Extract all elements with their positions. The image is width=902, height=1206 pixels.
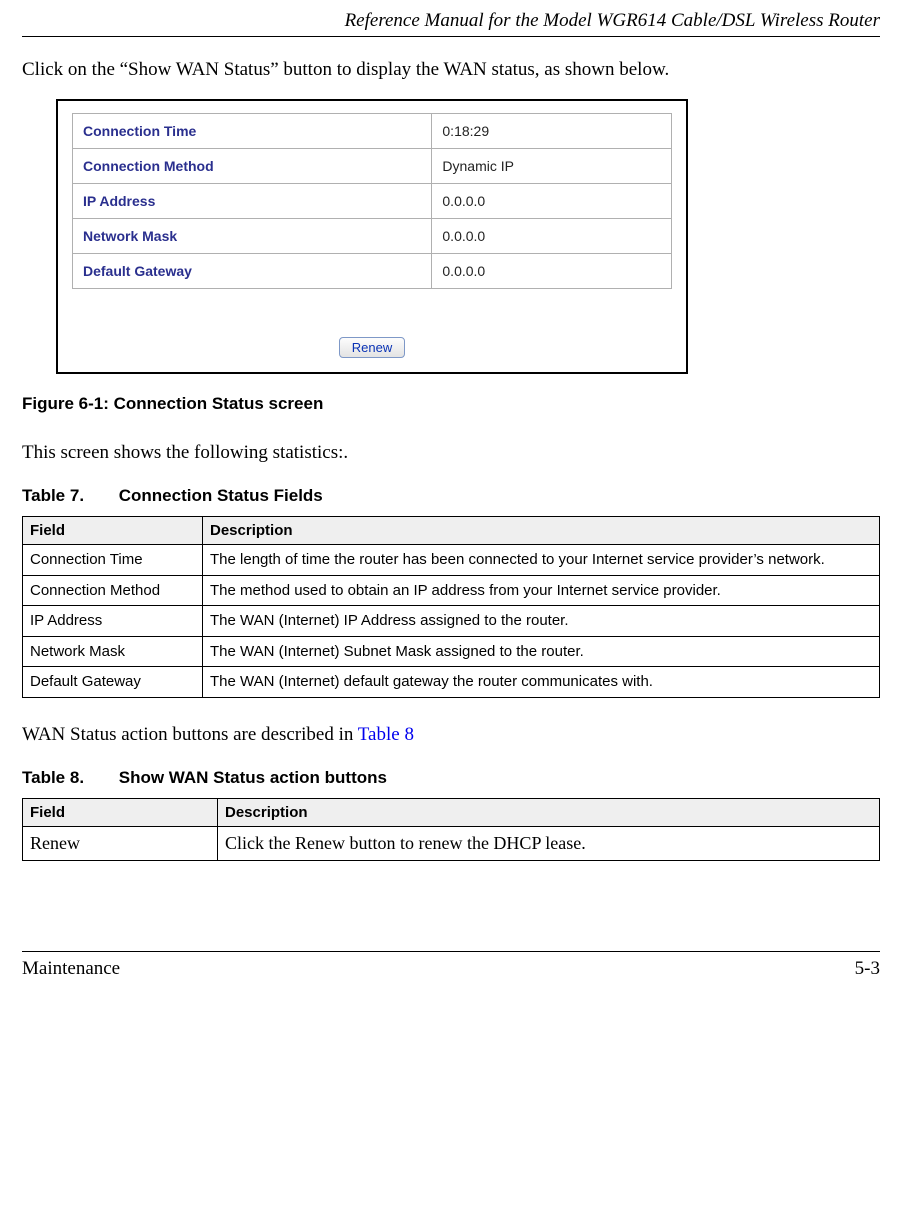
cell-desc: The WAN (Internet) default gateway the r… — [203, 667, 880, 698]
cell-field: Default Gateway — [23, 667, 203, 698]
table-row: Connection Method The method used to obt… — [23, 575, 880, 606]
cell-field: IP Address — [23, 606, 203, 637]
table7-number: Table 7. — [22, 486, 114, 506]
status-value: Dynamic IP — [432, 149, 672, 184]
status-row: Connection Time 0:18:29 — [73, 114, 672, 149]
wan-action-paragraph: WAN Status action buttons are described … — [22, 724, 880, 746]
cell-field: Connection Time — [23, 545, 203, 576]
renew-button[interactable]: Renew — [339, 337, 405, 358]
figure-caption: Figure 6-1: Connection Status screen — [22, 394, 880, 414]
table8-title: Show WAN Status action buttons — [119, 768, 387, 787]
table-header-row: Field Description — [23, 798, 880, 826]
footer-left: Maintenance — [22, 958, 120, 980]
page-footer: Maintenance 5-3 — [22, 951, 880, 980]
status-row: Network Mask 0.0.0.0 — [73, 219, 672, 254]
status-value: 0.0.0.0 — [432, 184, 672, 219]
table8-number: Table 8. — [22, 768, 114, 788]
table8-link[interactable]: Table 8 — [358, 724, 414, 745]
status-row: IP Address 0.0.0.0 — [73, 184, 672, 219]
cell-field: Connection Method — [23, 575, 203, 606]
page-header: Reference Manual for the Model WGR614 Ca… — [22, 0, 880, 37]
table8: Field Description Renew Click the Renew … — [22, 798, 880, 861]
status-label: Connection Method — [73, 149, 432, 184]
cell-desc: Click the Renew button to renew the DHCP… — [218, 826, 880, 860]
renew-button-wrap: Renew — [72, 337, 672, 358]
stats-paragraph: This screen shows the following statisti… — [22, 442, 880, 464]
cell-desc: The WAN (Internet) IP Address assigned t… — [203, 606, 880, 637]
status-value: 0.0.0.0 — [432, 254, 672, 289]
table7-title: Connection Status Fields — [119, 486, 323, 505]
table7-caption: Table 7. Connection Status Fields — [22, 486, 880, 506]
cell-field: Network Mask — [23, 636, 203, 667]
table-row: IP Address The WAN (Internet) IP Address… — [23, 606, 880, 637]
table-row: Renew Click the Renew button to renew th… — [23, 826, 880, 860]
status-label: IP Address — [73, 184, 432, 219]
table8-caption: Table 8. Show WAN Status action buttons — [22, 768, 880, 788]
table-row: Connection Time The length of time the r… — [23, 545, 880, 576]
wan-status-screenshot: Connection Time 0:18:29 Connection Metho… — [56, 99, 688, 374]
th-description: Description — [218, 798, 880, 826]
status-label: Network Mask — [73, 219, 432, 254]
table-row: Network Mask The WAN (Internet) Subnet M… — [23, 636, 880, 667]
table-row: Default Gateway The WAN (Internet) defau… — [23, 667, 880, 698]
cell-desc: The method used to obtain an IP address … — [203, 575, 880, 606]
cell-desc: The length of time the router has been c… — [203, 545, 880, 576]
wan-text-pre: WAN Status action buttons are described … — [22, 724, 358, 745]
status-value: 0.0.0.0 — [432, 219, 672, 254]
status-table: Connection Time 0:18:29 Connection Metho… — [72, 113, 672, 289]
table-header-row: Field Description — [23, 517, 880, 545]
cell-field: Renew — [23, 826, 218, 860]
status-label: Connection Time — [73, 114, 432, 149]
status-value: 0:18:29 — [432, 114, 672, 149]
status-label: Default Gateway — [73, 254, 432, 289]
footer-right: 5-3 — [855, 958, 880, 980]
th-field: Field — [23, 517, 203, 545]
intro-paragraph: Click on the “Show WAN Status” button to… — [22, 59, 880, 81]
cell-desc: The WAN (Internet) Subnet Mask assigned … — [203, 636, 880, 667]
table7: Field Description Connection Time The le… — [22, 516, 880, 698]
th-description: Description — [203, 517, 880, 545]
th-field: Field — [23, 798, 218, 826]
status-row: Connection Method Dynamic IP — [73, 149, 672, 184]
status-row: Default Gateway 0.0.0.0 — [73, 254, 672, 289]
